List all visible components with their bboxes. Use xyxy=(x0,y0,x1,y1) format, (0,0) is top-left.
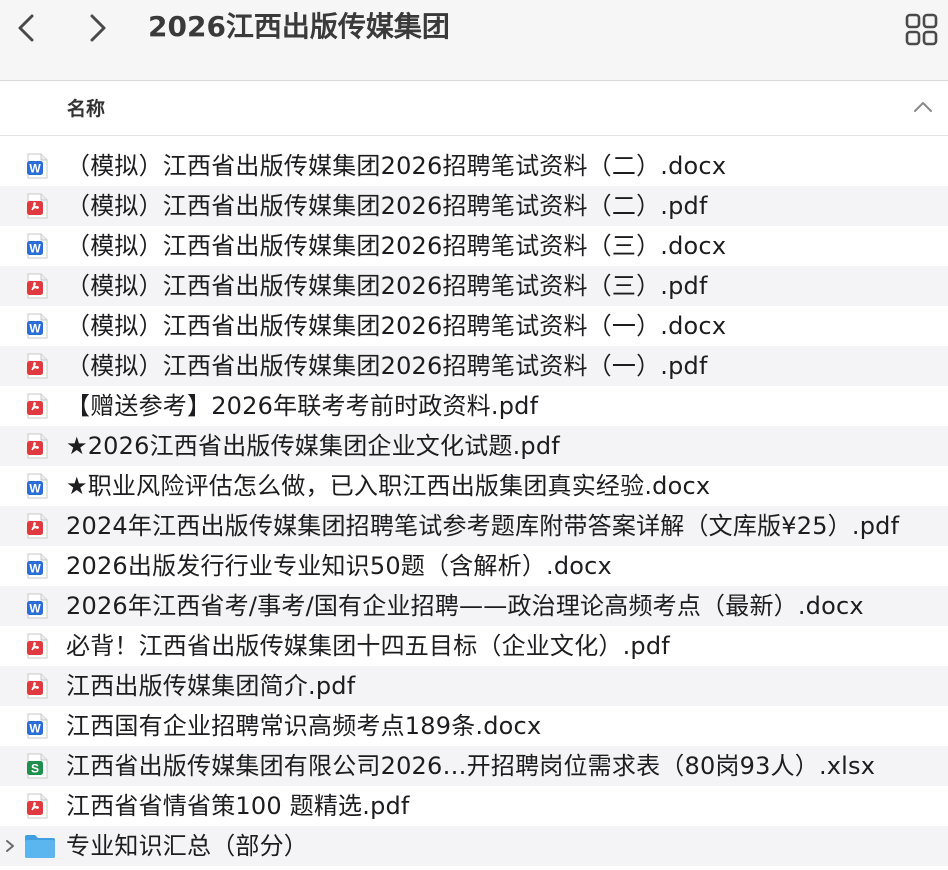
file-name: （模拟）江西省出版传媒集团2026招聘笔试资料（一）.pdf xyxy=(66,352,708,380)
file-row[interactable]: W （模拟）江西省出版传媒集团2026招聘笔试资料（三）.docx xyxy=(0,226,948,266)
pdf-doc-icon xyxy=(26,433,48,459)
pdf-doc-icon xyxy=(26,393,48,419)
file-name: 江西省省情省策100 题精选.pdf xyxy=(66,792,410,820)
file-row[interactable]: ★2026江西省出版传媒集团企业文化试题.pdf xyxy=(0,426,948,466)
column-header: 名称 xyxy=(0,81,948,136)
file-row[interactable]: 【赠送参考】2026年联考考前时政资料.pdf xyxy=(0,386,948,426)
file-name: （模拟）江西省出版传媒集团2026招聘笔试资料（三）.docx xyxy=(66,232,727,260)
file-name: （模拟）江西省出版传媒集团2026招聘笔试资料（二）.pdf xyxy=(66,192,708,220)
file-name: 江西出版传媒集团简介.pdf xyxy=(66,672,356,700)
svg-text:W: W xyxy=(29,602,41,616)
file-list: W （模拟）江西省出版传媒集团2026招聘笔试资料（二）.docx （模拟）江西省出… xyxy=(0,146,948,866)
file-row[interactable]: W 2026出版发行行业专业知识50题（含解析）.docx xyxy=(0,546,948,586)
file-name: 2026年江西省考/事考/国有企业招聘——政治理论高频考点（最新）.docx xyxy=(66,592,864,620)
file-name: 2024年江西出版传媒集团招聘笔试参考题库附带答案详解（文库版¥25）.pdf xyxy=(66,512,900,540)
grid-view-icon[interactable] xyxy=(902,10,942,50)
chevron-up-icon[interactable] xyxy=(912,99,934,118)
name-column-header[interactable]: 名称 xyxy=(67,94,105,121)
file-row[interactable]: W 江西国有企业招聘常识高频考点189条.docx xyxy=(0,706,948,746)
pdf-doc-icon xyxy=(26,273,48,299)
pdf-doc-icon xyxy=(26,793,48,819)
svg-text:W: W xyxy=(29,722,41,736)
word-doc-icon: W xyxy=(26,713,48,739)
back-chevron-icon[interactable] xyxy=(8,8,48,48)
disclosure-triangle-icon[interactable] xyxy=(3,838,17,854)
file-name: （模拟）江西省出版传媒集团2026招聘笔试资料（二）.docx xyxy=(66,152,727,180)
file-row[interactable]: （模拟）江西省出版传媒集团2026招聘笔试资料（二）.pdf xyxy=(0,186,948,226)
pdf-doc-icon xyxy=(26,353,48,379)
file-name: 专业知识汇总（部分） xyxy=(66,832,308,860)
file-row[interactable]: （模拟）江西省出版传媒集团2026招聘笔试资料（一）.pdf xyxy=(0,346,948,386)
svg-text:S: S xyxy=(31,762,39,776)
pdf-doc-icon xyxy=(26,673,48,699)
folder-row[interactable]: 专业知识汇总（部分） xyxy=(0,826,948,866)
file-row[interactable]: 必背！江西省出版传媒集团十四五目标（企业文化）.pdf xyxy=(0,626,948,666)
file-name: ★2026江西省出版传媒集团企业文化试题.pdf xyxy=(66,432,560,460)
file-name: 2026出版发行行业专业知识50题（含解析）.docx xyxy=(66,552,612,580)
file-row[interactable]: W （模拟）江西省出版传媒集团2026招聘笔试资料（一）.docx xyxy=(0,306,948,346)
pdf-doc-icon xyxy=(26,193,48,219)
pdf-doc-icon xyxy=(26,513,48,539)
svg-text:W: W xyxy=(29,322,41,336)
file-row[interactable]: （模拟）江西省出版传媒集团2026招聘笔试资料（三）.pdf xyxy=(0,266,948,306)
file-name: 江西国有企业招聘常识高频考点189条.docx xyxy=(66,712,542,740)
word-doc-icon: W xyxy=(26,313,48,339)
word-doc-icon: W xyxy=(26,553,48,579)
file-row[interactable]: W ★职业风险评估怎么做，已入职江西出版集团真实经验.docx xyxy=(0,466,948,506)
file-name: 必背！江西省出版传媒集团十四五目标（企业文化）.pdf xyxy=(66,632,670,660)
svg-text:W: W xyxy=(29,562,41,576)
file-name: ★职业风险评估怎么做，已入职江西出版集团真实经验.docx xyxy=(66,472,711,500)
finder-toolbar: 2026江西出版传媒集团 xyxy=(0,0,948,81)
svg-text:W: W xyxy=(29,482,41,496)
file-name: 江西省出版传媒集团有限公司2026…开招聘岗位需求表（80岗93人）.xlsx xyxy=(66,752,876,780)
pdf-doc-icon xyxy=(26,633,48,659)
file-row[interactable]: S 江西省出版传媒集团有限公司2026…开招聘岗位需求表（80岗93人）.xlsx xyxy=(0,746,948,786)
file-row[interactable]: 江西省省情省策100 题精选.pdf xyxy=(0,786,948,826)
file-row[interactable]: W （模拟）江西省出版传媒集团2026招聘笔试资料（二）.docx xyxy=(0,146,948,186)
file-row[interactable]: 江西出版传媒集团简介.pdf xyxy=(0,666,948,706)
folder-icon xyxy=(24,833,56,859)
word-doc-icon: W xyxy=(26,153,48,179)
forward-chevron-icon[interactable] xyxy=(78,8,118,48)
file-name: 【赠送参考】2026年联考考前时政资料.pdf xyxy=(66,392,539,420)
svg-text:W: W xyxy=(29,162,41,176)
window-title: 2026江西出版传媒集团 xyxy=(148,10,450,43)
file-name: （模拟）江西省出版传媒集团2026招聘笔试资料（一）.docx xyxy=(66,312,727,340)
word-doc-icon: W xyxy=(26,233,48,259)
word-doc-icon: W xyxy=(26,473,48,499)
file-row[interactable]: W 2026年江西省考/事考/国有企业招聘——政治理论高频考点（最新）.docx xyxy=(0,586,948,626)
file-row[interactable]: 2024年江西出版传媒集团招聘笔试参考题库附带答案详解（文库版¥25）.pdf xyxy=(0,506,948,546)
svg-text:W: W xyxy=(29,242,41,256)
excel-doc-icon: S xyxy=(26,753,48,779)
word-doc-icon: W xyxy=(26,593,48,619)
file-name: （模拟）江西省出版传媒集团2026招聘笔试资料（三）.pdf xyxy=(66,272,708,300)
